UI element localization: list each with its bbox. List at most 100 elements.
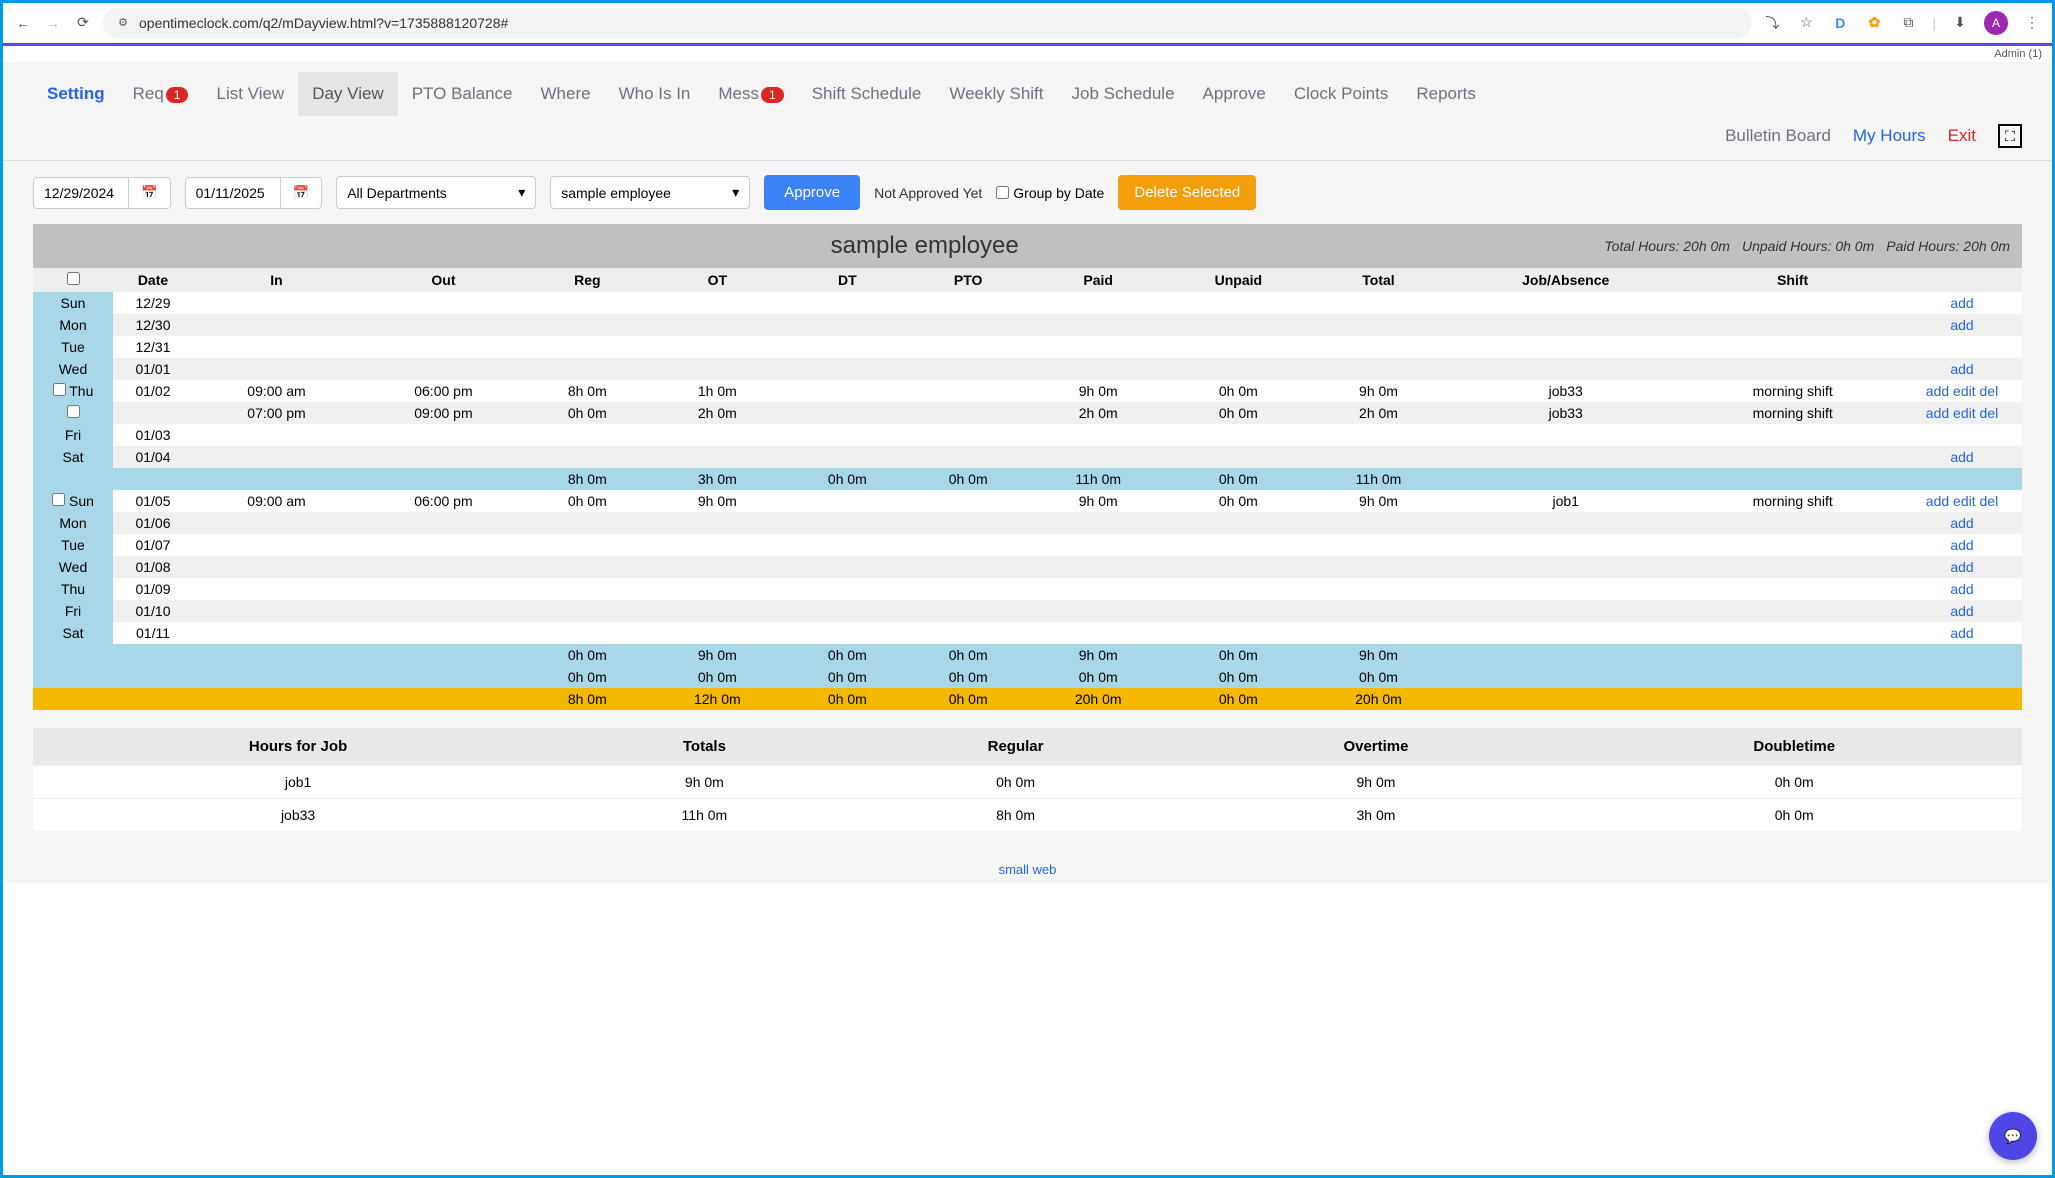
- edit-link[interactable]: edit: [1953, 405, 1976, 421]
- extension-flower-icon[interactable]: ✿: [1864, 13, 1884, 33]
- del-link[interactable]: del: [1980, 383, 1999, 399]
- calendar-icon: 📅: [293, 185, 310, 200]
- edit-link[interactable]: edit: [1953, 383, 1976, 399]
- install-icon[interactable]: ⤵: [1762, 13, 1782, 33]
- add-link[interactable]: add: [1950, 361, 1973, 377]
- chat-icon: 💬: [2004, 1128, 2021, 1145]
- table-row: Sat01/04add: [33, 446, 2022, 468]
- paid-hours-label: Paid Hours: 20h 0m: [1886, 238, 2010, 254]
- date-to-calendar-button[interactable]: 📅: [281, 177, 323, 209]
- chat-widget-button[interactable]: 💬: [1989, 1112, 2037, 1160]
- table-row: Wed01/01add: [33, 358, 2022, 380]
- chevron-down-icon: ▾: [518, 184, 525, 201]
- col-overtime: Overtime: [1185, 728, 1566, 766]
- add-link[interactable]: add: [1950, 449, 1973, 465]
- date-from-calendar-button[interactable]: 📅: [129, 177, 171, 209]
- approval-status: Not Approved Yet: [874, 185, 982, 201]
- col-total: Total: [1309, 268, 1448, 292]
- add-link[interactable]: add: [1926, 383, 1949, 399]
- add-link[interactable]: add: [1926, 493, 1949, 509]
- timesheet-table: Date In Out Reg OT DT PTO Paid Unpaid To…: [33, 268, 2022, 710]
- fullscreen-icon[interactable]: ⛶: [1998, 124, 2022, 148]
- delete-selected-button[interactable]: Delete Selected: [1118, 175, 1256, 210]
- nav-setting[interactable]: Setting: [33, 72, 119, 116]
- admin-label[interactable]: Admin (1): [3, 46, 2052, 62]
- date-to-input[interactable]: [185, 177, 281, 209]
- subtotal-row: 0h 0m0h 0m0h 0m0h 0m0h 0m0h 0m0h 0m: [33, 666, 2022, 688]
- sub-bar: Bulletin Board My Hours Exit ⛶: [3, 116, 2052, 161]
- add-link[interactable]: add: [1950, 317, 1973, 333]
- row-checkbox[interactable]: [52, 493, 65, 506]
- small-web-link[interactable]: small web: [999, 862, 1057, 877]
- forward-button[interactable]: →: [43, 13, 63, 33]
- col-hours-for-job: Hours for Job: [33, 728, 563, 766]
- add-link[interactable]: add: [1950, 537, 1973, 553]
- add-link[interactable]: add: [1926, 405, 1949, 421]
- department-select[interactable]: All Departments▾: [336, 176, 536, 209]
- add-link[interactable]: add: [1950, 581, 1973, 597]
- date-from-input[interactable]: [33, 177, 129, 209]
- profile-avatar[interactable]: A: [1984, 11, 2008, 35]
- nav-who-is-in[interactable]: Who Is In: [605, 72, 705, 116]
- extensions-icon[interactable]: ⧉: [1898, 13, 1918, 33]
- add-link[interactable]: add: [1950, 603, 1973, 619]
- approve-button[interactable]: Approve: [764, 175, 860, 210]
- group-by-date-checkbox[interactable]: [996, 186, 1009, 199]
- content-area: sample employee Total Hours: 20h 0m Unpa…: [3, 224, 2052, 883]
- select-all-checkbox[interactable]: [67, 272, 80, 285]
- table-row: Tue12/31: [33, 336, 2022, 358]
- col-dt: DT: [787, 268, 908, 292]
- nav-day-view[interactable]: Day View: [298, 72, 398, 116]
- exit-link[interactable]: Exit: [1948, 126, 1976, 146]
- nav-clock-points[interactable]: Clock Points: [1280, 72, 1402, 116]
- table-row: Tue01/07add: [33, 534, 2022, 556]
- add-link[interactable]: add: [1950, 625, 1973, 641]
- bulletin-board-link[interactable]: Bulletin Board: [1725, 126, 1831, 146]
- grand-total-row: 8h 0m12h 0m0h 0m0h 0m20h 0m0h 0m20h 0m: [33, 688, 2022, 710]
- date-from-group: 📅: [33, 177, 171, 209]
- nav-reports[interactable]: Reports: [1402, 72, 1490, 116]
- summary-row: job19h 0m0h 0m9h 0m0h 0m: [33, 766, 2022, 799]
- browser-menu-icon[interactable]: ⋮: [2022, 13, 2042, 33]
- total-hours-label: Total Hours: 20h 0m: [1604, 238, 1730, 254]
- url-bar[interactable]: ⚙ opentimeclock.com/q2/mDayview.html?v=1…: [103, 8, 1752, 38]
- back-button[interactable]: ←: [13, 13, 33, 33]
- del-link[interactable]: del: [1980, 493, 1999, 509]
- add-link[interactable]: add: [1950, 515, 1973, 531]
- add-link[interactable]: add: [1950, 559, 1973, 575]
- employee-select[interactable]: sample employee▾: [550, 176, 750, 209]
- download-icon[interactable]: ⬇: [1950, 13, 1970, 33]
- nav-weekly-shift[interactable]: Weekly Shift: [935, 72, 1057, 116]
- extension-d-icon[interactable]: D: [1830, 13, 1850, 33]
- del-link[interactable]: del: [1980, 405, 1999, 421]
- table-row: Mon12/30add: [33, 314, 2022, 336]
- nav-req[interactable]: Req1: [119, 72, 203, 116]
- col-doubletime: Doubletime: [1566, 728, 2022, 766]
- nav-mess[interactable]: Mess1: [704, 72, 797, 116]
- chevron-down-icon: ▾: [732, 184, 739, 201]
- nav-approve[interactable]: Approve: [1189, 72, 1280, 116]
- row-checkbox[interactable]: [53, 383, 66, 396]
- my-hours-link[interactable]: My Hours: [1853, 126, 1926, 146]
- table-row: Fri01/10add: [33, 600, 2022, 622]
- edit-link[interactable]: edit: [1953, 493, 1976, 509]
- table-row: Sun12/29add: [33, 292, 2022, 314]
- col-job: Job/Absence: [1448, 268, 1683, 292]
- group-by-date-label[interactable]: Group by Date: [996, 185, 1104, 201]
- nav-where[interactable]: Where: [527, 72, 605, 116]
- add-link[interactable]: add: [1950, 295, 1973, 311]
- nav-list-view[interactable]: List View: [202, 72, 298, 116]
- nav-pto-balance[interactable]: PTO Balance: [398, 72, 527, 116]
- nav-job-schedule[interactable]: Job Schedule: [1058, 72, 1189, 116]
- table-row: 07:00 pm09:00 pm0h 0m2h 0m2h 0m0h 0m2h 0…: [33, 402, 2022, 424]
- col-in: In: [193, 268, 360, 292]
- table-row: Mon01/06add: [33, 512, 2022, 534]
- row-checkbox[interactable]: [67, 405, 80, 418]
- nav-shift-schedule[interactable]: Shift Schedule: [798, 72, 936, 116]
- main-nav: Setting Req1 List View Day View PTO Bala…: [3, 62, 2052, 116]
- reload-button[interactable]: ⟳: [73, 13, 93, 33]
- col-pto: PTO: [908, 268, 1029, 292]
- bookmark-icon[interactable]: ☆: [1796, 13, 1816, 33]
- site-settings-icon[interactable]: ⚙: [115, 15, 131, 31]
- col-date: Date: [113, 268, 193, 292]
